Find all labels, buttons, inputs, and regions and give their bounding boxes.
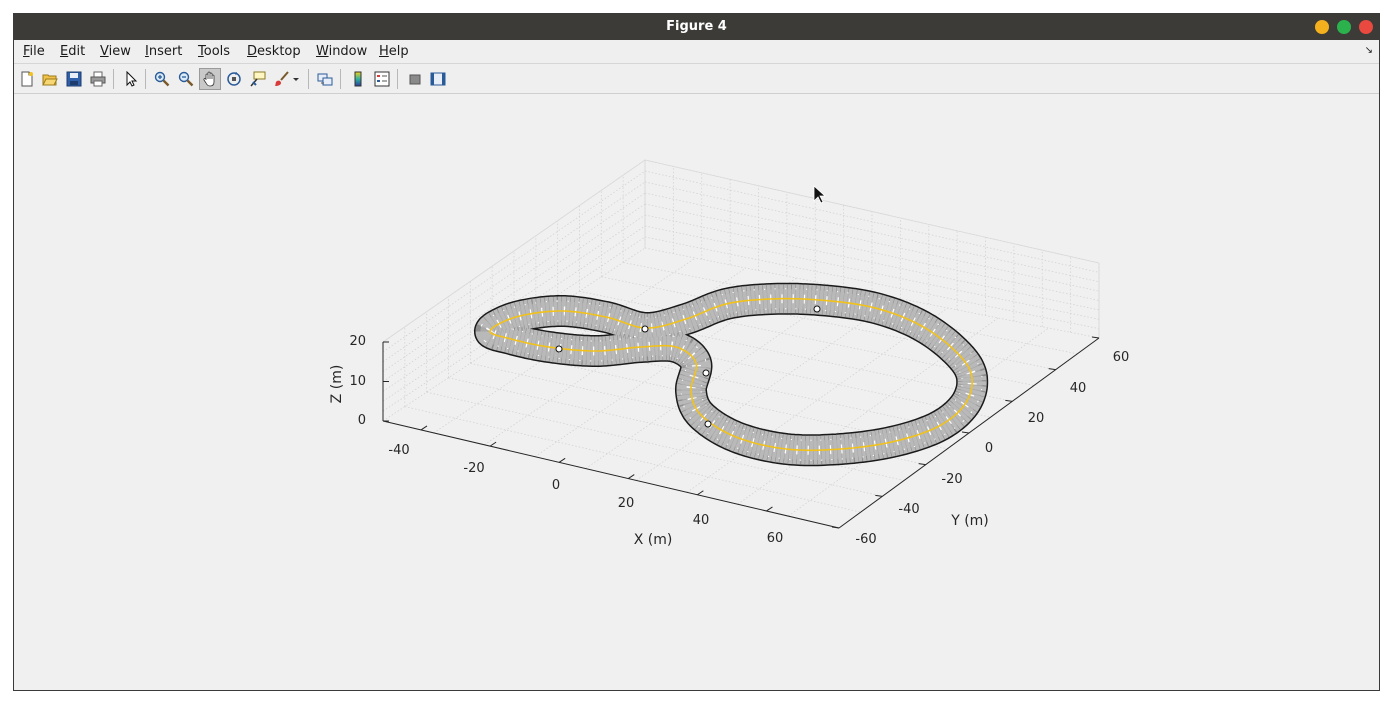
toolbar-separator xyxy=(308,69,309,89)
road-waypoint-marker xyxy=(555,345,563,353)
road-waypoint-marker xyxy=(702,369,710,377)
show-plot-tools-icon[interactable] xyxy=(427,68,449,90)
y-tick xyxy=(1005,399,1013,402)
y-tick xyxy=(875,494,883,497)
y-tick-label: -60 xyxy=(855,532,876,547)
y-tick-label: -40 xyxy=(898,502,919,517)
z-tick-label: 0 xyxy=(358,413,366,428)
link-plot-icon[interactable] xyxy=(314,68,336,90)
x-axis-label: X (m) xyxy=(634,532,673,548)
box-edge xyxy=(644,159,1100,264)
menu-insert[interactable]: Insert xyxy=(141,40,186,64)
x-tick xyxy=(627,474,635,479)
menu-file[interactable]: File xyxy=(19,40,49,64)
plot-canvas: -40 -20 0 20 40 60 -60 -40 -20 0 20 40 60 0 10 20 X (m) Y… xyxy=(14,94,1380,691)
rotate-3d-icon[interactable] xyxy=(223,68,245,90)
x-tick-label: 60 xyxy=(767,531,784,546)
x-tick xyxy=(558,457,566,463)
data-cursor-icon[interactable] xyxy=(247,68,269,90)
toolbar-separator xyxy=(397,69,398,89)
minimize-button[interactable] xyxy=(1315,20,1329,34)
x-tick-label: 40 xyxy=(693,513,710,528)
maximize-button[interactable] xyxy=(1337,20,1351,34)
x-tick xyxy=(697,490,704,496)
road-waypoint-marker xyxy=(704,420,712,428)
x-tick-label: 20 xyxy=(618,496,635,511)
zoom-out-icon[interactable] xyxy=(175,68,197,90)
y-tick xyxy=(1048,368,1056,371)
menu-window[interactable]: Window xyxy=(312,40,371,64)
y-tick xyxy=(1091,336,1100,339)
menu-view[interactable]: View xyxy=(96,40,135,64)
x-tick xyxy=(489,441,497,447)
toolbar-separator xyxy=(340,69,341,89)
brush-dropdown-icon[interactable] xyxy=(290,68,302,90)
road-waypoint-marker xyxy=(813,305,821,313)
y-tick-label: -20 xyxy=(941,472,962,487)
toolbar-separator xyxy=(145,69,146,89)
pan-hand-icon[interactable] xyxy=(199,68,221,90)
back-wall-grid-line xyxy=(644,192,1100,292)
menu-help[interactable]: Help xyxy=(375,40,413,64)
road-3d-plot[interactable]: -40 -20 0 20 40 60 -60 -40 -20 0 20 40 60 0 10 20 X (m) Y… xyxy=(14,94,1380,691)
y-tick xyxy=(961,431,970,434)
menu-desktop[interactable]: Desktop xyxy=(243,40,305,64)
title-bar[interactable]: Figure 4 xyxy=(14,14,1379,40)
dock-arrow-icon[interactable]: ↘ xyxy=(1365,45,1373,56)
figure-toolbar xyxy=(14,64,1379,94)
y-tick-label: 60 xyxy=(1113,350,1130,365)
y-tick-label: 40 xyxy=(1070,381,1087,396)
y-tick xyxy=(831,526,840,529)
zoom-in-icon[interactable] xyxy=(151,68,173,90)
window-title: Figure 4 xyxy=(666,19,727,34)
close-button[interactable] xyxy=(1359,20,1373,34)
x-tick-label: -40 xyxy=(388,443,409,458)
y-tick xyxy=(918,463,926,466)
save-icon[interactable] xyxy=(63,68,85,90)
y-tick-label: 0 xyxy=(985,441,993,456)
new-figure-icon[interactable] xyxy=(16,68,38,90)
x-tick xyxy=(766,506,773,512)
hide-plot-tools-icon[interactable] xyxy=(404,68,426,90)
colorbar-icon[interactable] xyxy=(347,68,369,90)
y-axis-label: Y (m) xyxy=(950,513,989,529)
z-tick-label: 20 xyxy=(349,334,366,349)
y-tick-label: 20 xyxy=(1028,411,1045,426)
x-tick-label: -20 xyxy=(463,461,484,476)
toolbar-separator xyxy=(113,69,114,89)
z-tick-label: 10 xyxy=(349,374,366,389)
print-icon[interactable] xyxy=(87,68,109,90)
open-file-icon[interactable] xyxy=(39,68,61,90)
road-waypoint-marker xyxy=(641,325,649,333)
x-tick xyxy=(420,425,428,431)
menu-edit[interactable]: Edit xyxy=(56,40,89,64)
x-tick-label: 0 xyxy=(552,478,560,493)
back-wall-grid-line xyxy=(644,181,1100,283)
menu-bar: File Edit View Insert Tools Desktop Wind… xyxy=(14,40,1379,64)
menu-tools[interactable]: Tools xyxy=(194,40,234,64)
z-axis-label: Z (m) xyxy=(329,365,345,404)
legend-icon[interactable] xyxy=(371,68,393,90)
select-arrow-icon[interactable] xyxy=(120,68,142,90)
figure-window: Figure 4 File Edit View Insert Tools Des… xyxy=(13,13,1380,691)
